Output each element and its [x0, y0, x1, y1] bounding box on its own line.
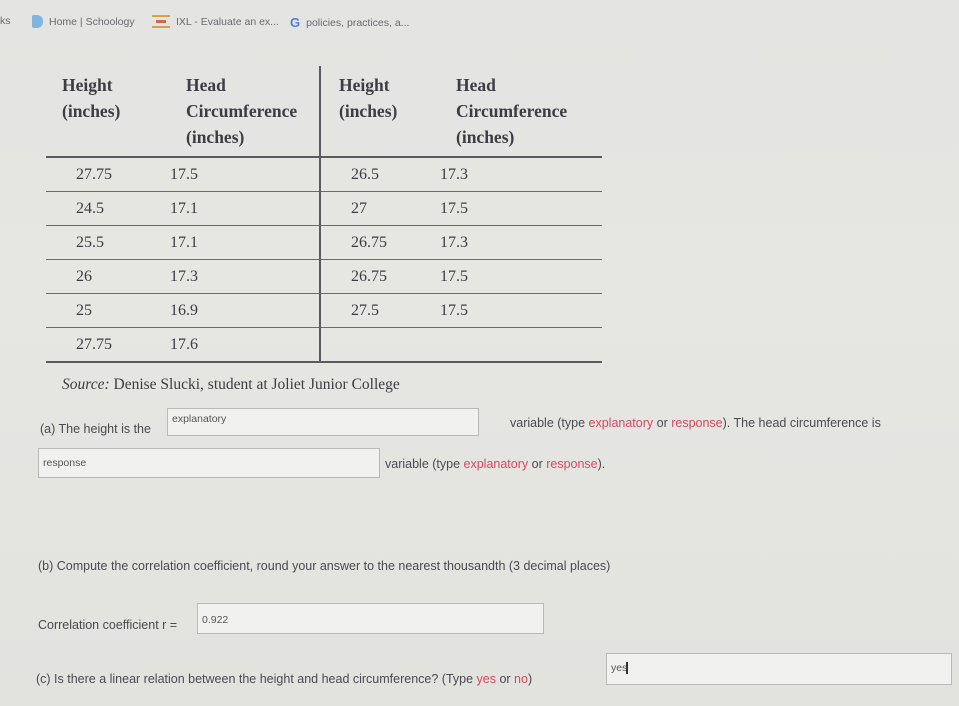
cell — [319, 327, 440, 363]
cell: 16.9 — [170, 293, 320, 328]
table-row: 25 16.9 27.5 17.5 — [46, 293, 602, 328]
cell: 26 — [46, 259, 170, 294]
part-c-question: (c) Is there a linear relation between t… — [36, 672, 533, 686]
table-row: 24.5 17.1 27 17.5 — [46, 191, 602, 226]
cell: 25 — [46, 293, 170, 328]
cell: 17.5 — [440, 259, 602, 294]
height-circumference-table: Height (inches) Head Circumference (inch… — [46, 66, 602, 363]
cell — [440, 327, 602, 363]
bookmark-label: IXL - Evaluate an ex... — [176, 15, 279, 28]
cell: 27.5 — [319, 293, 440, 328]
correlation-label: Correlation coefficient r = — [38, 618, 178, 632]
bookmarks-bar: ks Home | Schoology IXL - Evaluate an ex… — [0, 0, 959, 40]
cell: 26.5 — [319, 157, 440, 192]
cell: 17.1 — [170, 191, 320, 226]
bookmark-schoology[interactable]: Home | Schoology — [32, 15, 135, 28]
cell: 25.5 — [46, 225, 170, 260]
data-table-container: Height (inches) Head Circumference (inch… — [46, 66, 602, 363]
cell: 26.75 — [319, 225, 440, 260]
ixl-icon — [152, 15, 170, 28]
table-source: Source: Denise Slucki, student at Joliet… — [62, 376, 400, 393]
part-a-instructions: variable (type explanatory or response).… — [510, 416, 881, 430]
bookmark-label: policies, practices, a... — [306, 16, 410, 29]
cell: 17.3 — [170, 259, 320, 294]
bookmark-google[interactable]: G policies, practices, a... — [290, 15, 409, 30]
cell: 26.75 — [319, 259, 440, 294]
header-circumference-2: Head Circumference (inches) — [456, 75, 568, 147]
google-icon: G — [290, 15, 301, 30]
cell: 27.75 — [46, 327, 170, 363]
cell: 17.5 — [170, 157, 320, 192]
text-cursor — [626, 662, 628, 675]
part-b-question: (b) Compute the correlation coefficient,… — [38, 559, 611, 573]
linear-relation-input[interactable]: yes — [606, 653, 952, 685]
part-a-suffix: variable (type explanatory or response). — [385, 457, 606, 471]
correlation-coefficient-input[interactable]: 0.922 — [197, 603, 544, 634]
bookmark-label: ks — [0, 15, 11, 27]
cell: 17.1 — [170, 225, 320, 260]
cell: 24.5 — [46, 191, 170, 226]
table-row: 26 17.3 26.75 17.5 — [46, 259, 602, 294]
table-header-row: Height (inches) Head Circumference (inch… — [46, 66, 602, 157]
table-row: 27.75 17.6 — [46, 327, 602, 363]
part-a-prefix: (a) The height is the — [40, 422, 151, 436]
header-height-1: Height (inches) — [62, 75, 121, 121]
schoology-icon — [32, 15, 43, 28]
table-row: 27.75 17.5 26.5 17.3 — [46, 157, 602, 192]
cell: 27 — [319, 191, 440, 226]
cell: 17.5 — [440, 191, 602, 226]
height-variable-input[interactable]: explanatory — [167, 408, 479, 436]
cell: 17.3 — [440, 157, 602, 192]
circumference-variable-input[interactable]: response — [38, 448, 380, 478]
header-height-2: Height (inches) — [319, 66, 440, 157]
cell: 27.75 — [46, 157, 170, 192]
bookmark-partial[interactable]: ks — [0, 15, 11, 27]
cell: 17.5 — [440, 293, 602, 328]
cell: 17.3 — [440, 225, 602, 260]
bookmark-label: Home | Schoology — [49, 15, 135, 28]
cell: 17.6 — [170, 327, 320, 363]
table-row: 25.5 17.1 26.75 17.3 — [46, 225, 602, 260]
header-circumference-1: Head Circumference (inches) — [186, 75, 298, 147]
bookmark-ixl[interactable]: IXL - Evaluate an ex... — [152, 15, 279, 28]
